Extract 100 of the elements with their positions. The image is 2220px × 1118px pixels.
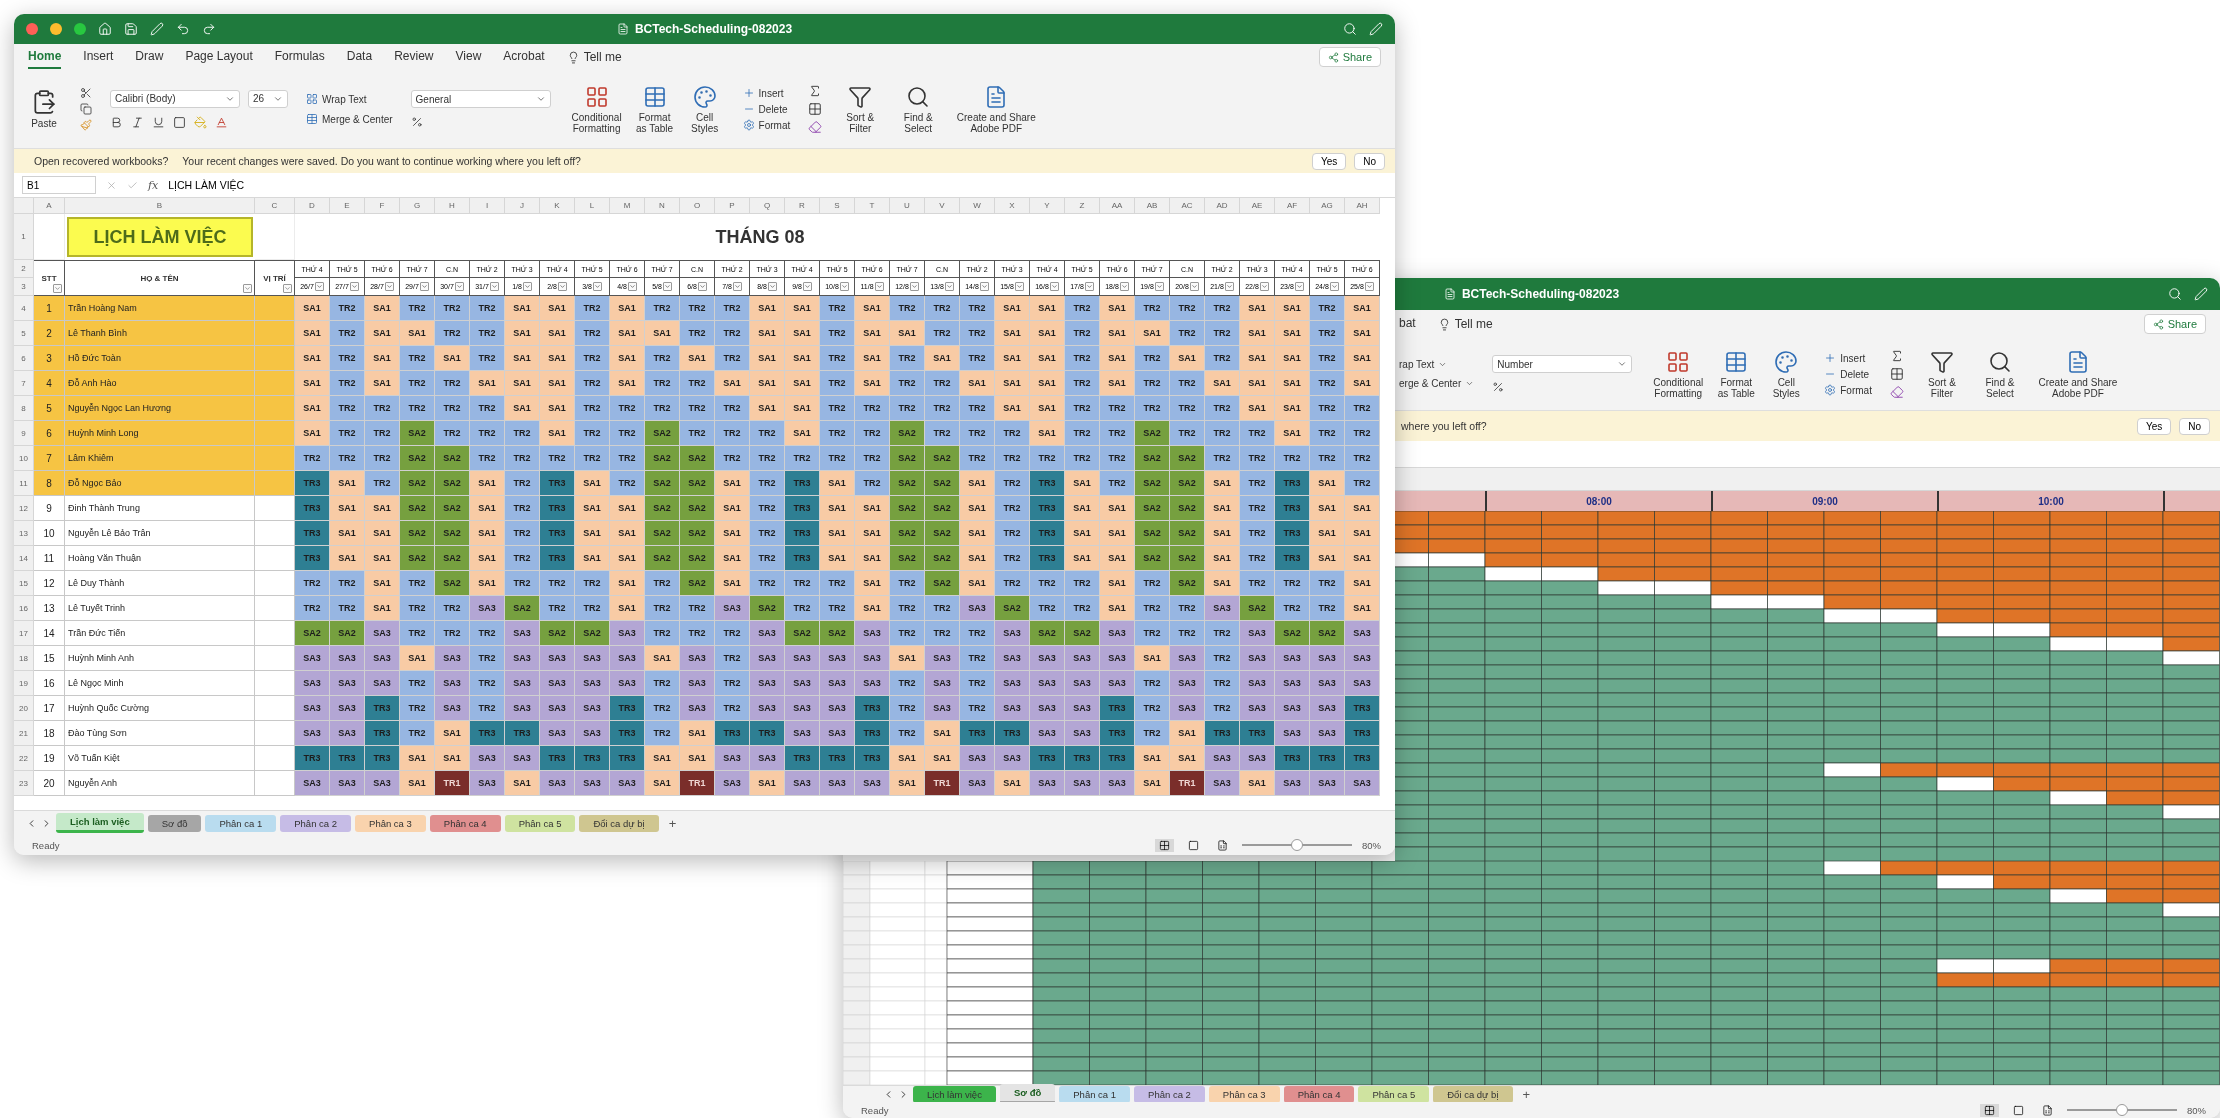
normal-view-button[interactable] [1155, 838, 1174, 852]
cell-styles-button[interactable]: Cell Styles [684, 84, 725, 134]
home-icon[interactable] [98, 22, 112, 36]
add-sheet-button[interactable]: + [1516, 1086, 1537, 1102]
bold-icon[interactable] [110, 115, 123, 129]
format-painter-icon[interactable] [80, 119, 92, 131]
normal-view-button[interactable] [1980, 1103, 1999, 1117]
filter-button[interactable] [384, 282, 394, 291]
conditional-formatting-button[interactable]: Conditional Formatting [568, 84, 625, 134]
column-header[interactable]: AG [1310, 198, 1345, 214]
filter-button[interactable] [874, 282, 884, 291]
wrap-text-button[interactable]: Wrap Text [306, 93, 393, 105]
column-header[interactable]: AA [1100, 198, 1135, 214]
ribbon-tab[interactable]: Review [394, 45, 434, 69]
row-header[interactable]: 13 [14, 521, 34, 546]
search-icon[interactable] [1343, 22, 1357, 36]
row-header[interactable]: 19 [14, 671, 34, 696]
sheet-tab[interactable]: Đổi ca dự bị [1433, 1085, 1513, 1103]
ribbon-tab[interactable]: bat [1399, 312, 1416, 336]
row-header[interactable]: 2 [14, 260, 34, 278]
format-as-table-button[interactable]: Format as Table [632, 84, 677, 134]
column-header[interactable]: C [255, 198, 295, 214]
column-header[interactable]: D [295, 198, 330, 214]
sheet-tab[interactable]: Sơ đồ [999, 1084, 1056, 1104]
filter-button[interactable] [662, 282, 672, 291]
sheet-tab[interactable]: Phân ca 5 [1358, 1085, 1430, 1103]
column-header[interactable]: S [820, 198, 855, 214]
column-header[interactable]: E [330, 198, 365, 214]
filter-button[interactable] [802, 282, 812, 291]
filter-button[interactable] [489, 282, 499, 291]
column-header[interactable]: P [715, 198, 750, 214]
insert-button[interactable]: Insert [1824, 352, 1872, 364]
filter-button[interactable] [1294, 282, 1304, 291]
italic-icon[interactable] [131, 115, 144, 129]
fill-color-icon[interactable] [194, 115, 207, 129]
undo-icon[interactable] [176, 22, 190, 36]
zoom-slider-thumb[interactable] [2116, 1104, 2128, 1116]
filter-button[interactable] [1049, 282, 1059, 291]
function-button[interactable]: fx [148, 178, 159, 192]
pen-icon[interactable] [1369, 22, 1383, 36]
column-header[interactable]: R [785, 198, 820, 214]
filter-button[interactable] [697, 282, 707, 291]
filter-button[interactable] [1259, 282, 1269, 291]
column-header[interactable]: V [925, 198, 960, 214]
sheet-tab[interactable]: Phân ca 3 [355, 814, 426, 832]
copy-icon[interactable] [80, 103, 92, 115]
column-header[interactable]: I [470, 198, 505, 214]
column-header[interactable]: J [505, 198, 540, 214]
filter-button[interactable] [349, 282, 359, 291]
filter-button[interactable] [243, 284, 252, 293]
filter-button[interactable] [944, 282, 954, 291]
name-box[interactable]: B1 [22, 176, 96, 194]
delete-button[interactable]: Delete [1824, 368, 1872, 380]
column-header[interactable]: AC [1170, 198, 1205, 214]
filter-button[interactable] [454, 282, 464, 291]
sheet-tab[interactable]: Lịch làm việc [913, 1085, 996, 1103]
column-header[interactable]: AH [1345, 198, 1380, 214]
add-sheet-button[interactable]: + [662, 815, 683, 831]
filter-button[interactable] [732, 282, 742, 291]
find-select-button[interactable]: Find & Select [898, 84, 939, 134]
wrap-text-button[interactable]: rap Text [1399, 359, 1475, 370]
format-as-table-button[interactable]: Format as Table [1714, 349, 1759, 399]
filter-button[interactable] [1364, 282, 1374, 291]
filter-button[interactable] [909, 282, 919, 291]
filter-button[interactable] [1224, 282, 1234, 291]
row-header[interactable]: 10 [14, 446, 34, 471]
eraser-icon[interactable] [1889, 385, 1904, 399]
sheet-tab[interactable]: Phân ca 4 [1283, 1085, 1355, 1103]
font-color-icon[interactable] [215, 115, 228, 129]
font-dropdown[interactable]: Calibri (Body) [110, 89, 240, 108]
tell-me-search[interactable]: Tell me [583, 50, 622, 64]
column-header[interactable]: N [645, 198, 680, 214]
row-header[interactable]: 14 [14, 546, 34, 571]
ribbon-tab[interactable]: Formulas [274, 45, 325, 69]
ribbon-tab[interactable]: Page Layout [185, 45, 253, 69]
filter-button[interactable] [314, 282, 324, 291]
row-header[interactable]: 22 [14, 746, 34, 771]
column-header[interactable]: AF [1275, 198, 1310, 214]
row-header[interactable]: 11 [14, 471, 34, 496]
filter-button[interactable] [522, 282, 532, 291]
row-header[interactable]: 1 [14, 214, 34, 260]
formula-input[interactable]: LỊCH LÀM VIỆC [168, 179, 245, 191]
row-header[interactable]: 15 [14, 571, 34, 596]
zoom-slider-thumb[interactable] [1291, 839, 1303, 851]
filter-button[interactable] [1189, 282, 1199, 291]
search-icon[interactable] [2168, 287, 2182, 301]
filter-button[interactable] [592, 282, 602, 291]
delete-button[interactable]: Delete [742, 103, 791, 115]
sheet-tab[interactable]: Phân ca 3 [1208, 1085, 1280, 1103]
row-header[interactable]: 12 [14, 496, 34, 521]
filter-button[interactable] [53, 284, 62, 293]
filter-button[interactable] [1329, 282, 1339, 291]
cut-icon[interactable] [80, 87, 92, 99]
sheet-tab[interactable]: Phân ca 5 [504, 814, 576, 832]
row-header[interactable]: 6 [14, 346, 34, 371]
tell-me-search[interactable]: Tell me [1454, 317, 1493, 331]
merge-center-button[interactable]: erge & Center [1399, 378, 1475, 389]
column-header[interactable]: B [65, 198, 255, 214]
filter-button[interactable] [767, 282, 777, 291]
column-header[interactable]: Y [1030, 198, 1065, 214]
